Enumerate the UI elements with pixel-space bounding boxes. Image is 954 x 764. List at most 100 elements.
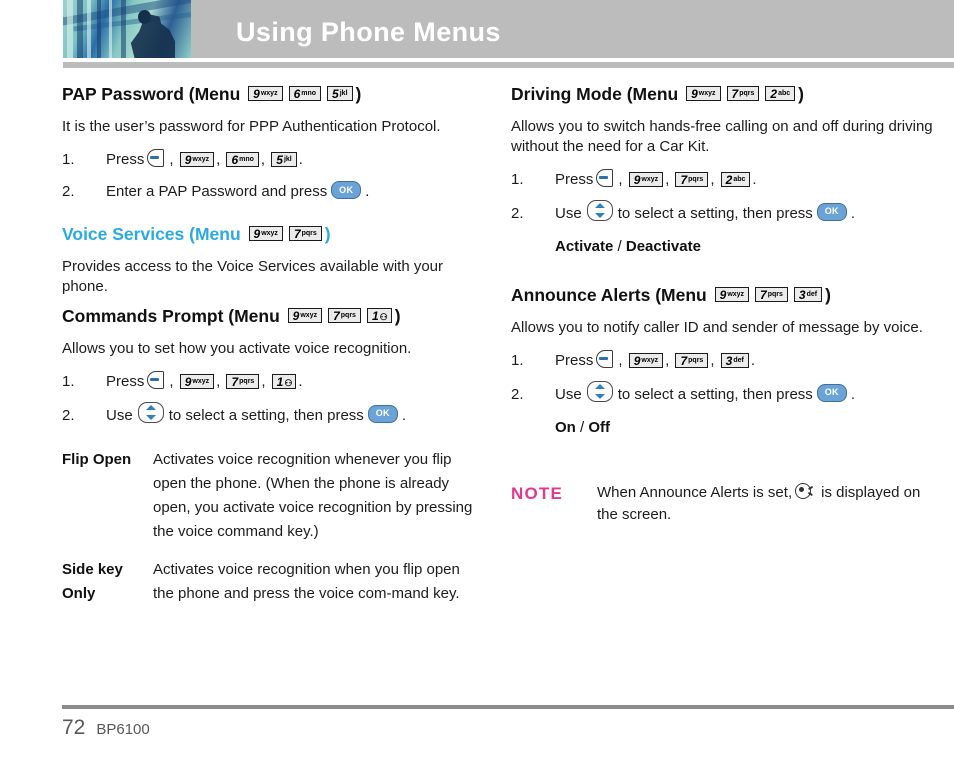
step-lead-text: Press — [555, 171, 594, 188]
step-mid-text: to select a setting, then press — [617, 204, 813, 222]
step-item: 2. Use to select a setting, then press O… — [511, 381, 943, 405]
header-decorative-photo — [63, 0, 191, 58]
ok-key-icon: OK — [367, 404, 398, 423]
option-second: Deactivate — [625, 238, 701, 255]
step-tail: . — [298, 151, 303, 169]
step-number: 1. — [62, 151, 75, 169]
definition-term: Side key Only — [62, 561, 123, 603]
announce-alerts-description: Allows you to notify caller ID and sende… — [511, 319, 923, 337]
menu-key-5: 5 jkl — [271, 151, 297, 167]
definition-description: Activates voice recognition when you fli… — [153, 561, 460, 603]
menu-key-7: 7 pqrs — [328, 307, 361, 323]
step-item: 1. Press , 9 wxyz, 7 pqrs, 1 ⚇. — [62, 371, 303, 391]
menu-key-2: 2 abc — [765, 85, 796, 101]
menu-key-5: 5 jkl — [327, 85, 353, 101]
heading-text: Commands Prompt (Menu — [62, 306, 280, 327]
step-lead-text: Press — [555, 352, 594, 370]
menu-key-7: 7 pqrs — [726, 85, 760, 101]
menu-key-9: 9 wxyz — [179, 151, 215, 167]
navigation-key-icon — [137, 402, 164, 424]
step-number: 2. — [511, 204, 524, 222]
page-title: Using Phone Menus — [236, 17, 501, 47]
menu-key-2: 2 abc — [720, 171, 751, 187]
option-first: On — [555, 419, 576, 437]
menu-softkey-icon — [596, 169, 614, 187]
page-footer: 72 BP6100 — [62, 716, 150, 740]
heading-text: Driving Mode (Menu — [511, 84, 679, 104]
heading-announce-alerts: Announce Alerts (Menu 9 wxyz 7 pqrs 3 def) — [511, 285, 943, 305]
heading-driving-mode: Driving Mode (Menu 9 wxyz 7 pqrs 2 abc) — [511, 84, 943, 104]
page-number: 72 — [62, 716, 86, 739]
step-tail: . — [298, 373, 303, 391]
commands-prompt-options: Flip Open Activates voice recognition wh… — [62, 448, 482, 606]
note-text: When Announce Alerts is set, is displayed… — [597, 482, 943, 526]
left-column: PAP Password (Menu 9 wxyz 6 mno 5 jkl) It is … — [62, 84, 482, 620]
option-first: Activate — [555, 238, 614, 255]
voice-services-description: Provides access to the Voice Services av… — [62, 258, 444, 296]
step-item: 1. Press , 9 wxyz, 6 mno, 5 jkl. — [62, 149, 303, 169]
footer-divider-rule — [62, 705, 954, 709]
step-lead-text: Press — [106, 373, 145, 391]
driving-mode-steps: 1. Press , 9 wxyz, 7 pqrs, 2 abc. 2. Use to… — [511, 169, 943, 224]
ok-key-icon: OK — [816, 383, 847, 402]
heading-suffix: ) — [355, 84, 362, 104]
step-mid-text: to select a setting, then press — [617, 385, 813, 403]
menu-key-9: 9 wxyz — [179, 373, 215, 389]
model-name: BP6100 — [96, 721, 150, 738]
step-lead-text: Use — [555, 385, 582, 403]
step-number: 2. — [511, 385, 524, 403]
step-number: 1. — [511, 171, 524, 188]
option-second: Off — [588, 419, 611, 437]
menu-key-7: 7 pqrs — [755, 286, 788, 302]
menu-key-6: 6 mno — [226, 151, 259, 167]
step-tail: . — [850, 385, 855, 403]
menu-key-9: 9 wxyz — [628, 352, 664, 368]
step-mid-text: to select a setting, then press — [168, 406, 364, 424]
menu-key-9: 9 wxyz — [686, 85, 721, 101]
menu-key-1-voicemail: 1 ⚇ — [366, 307, 392, 323]
commands-prompt-description: Allows you to set how you activate voice… — [62, 340, 412, 358]
note-block: NOTE When Announce Alerts is set, is disp… — [511, 482, 943, 526]
definition-term: Flip Open — [62, 451, 132, 469]
navigation-key-icon — [586, 200, 613, 221]
step-lead-text: Use — [555, 204, 582, 222]
menu-key-3: 3 def — [793, 286, 823, 302]
navigation-key-icon — [586, 381, 613, 403]
ok-key-icon: OK — [816, 202, 847, 221]
menu-key-3: 3 def — [720, 352, 749, 368]
menu-key-9: 9 wxyz — [628, 171, 664, 187]
option-separator: / — [575, 419, 589, 437]
menu-key-7: 7 pqrs — [675, 171, 709, 187]
step-item: 2. Use to select a setting, then press O… — [511, 200, 943, 224]
heading-suffix: ) — [798, 84, 804, 104]
definition-row: Side key Only Activates voice recognitio… — [62, 558, 482, 606]
step-item: 1. Press , 9 wxyz, 7 pqrs, 2 abc. — [511, 169, 757, 188]
note-label: NOTE — [511, 484, 564, 504]
note-text-before: When Announce Alerts is set, — [597, 484, 793, 502]
step-lead-text: Enter a PAP Password and press — [106, 183, 328, 201]
menu-key-7: 7 pqrs — [288, 225, 322, 241]
heading-suffix: ) — [825, 285, 831, 305]
page-header: Using Phone Menus — [0, 0, 954, 68]
heading-suffix: ) — [324, 224, 331, 245]
menu-softkey-icon — [596, 350, 614, 369]
menu-key-6: 6 mno — [288, 85, 322, 101]
pap-password-description: It is the user’s password for PPP Authen… — [62, 118, 441, 136]
menu-softkey-icon — [147, 149, 165, 168]
step-tail: . — [752, 171, 757, 188]
heading-text: Announce Alerts (Menu — [511, 285, 707, 305]
menu-key-9: 9 wxyz — [248, 225, 283, 241]
header-divider-rule — [63, 62, 954, 68]
step-lead-text: Use — [106, 406, 133, 424]
driving-mode-description: Allows you to switch hands-free calling … — [511, 118, 933, 156]
step-tail: . — [850, 204, 855, 222]
step-tail: . — [750, 352, 756, 370]
announce-alerts-steps: 1. Press , 9 wxyz, 7 pqrs, 3 def. 2. Use to… — [511, 350, 943, 405]
definition-description: Activates voice recognition whenever you… — [153, 451, 473, 541]
ok-key-icon: OK — [331, 181, 362, 200]
heading-pap-password: PAP Password (Menu 9 wxyz 6 mno 5 jkl) — [62, 84, 482, 104]
heading-text: Voice Services (Menu — [62, 224, 241, 245]
step-number: 2. — [62, 406, 75, 424]
menu-key-9: 9 wxyz — [714, 286, 750, 302]
heading-suffix: ) — [394, 306, 401, 327]
